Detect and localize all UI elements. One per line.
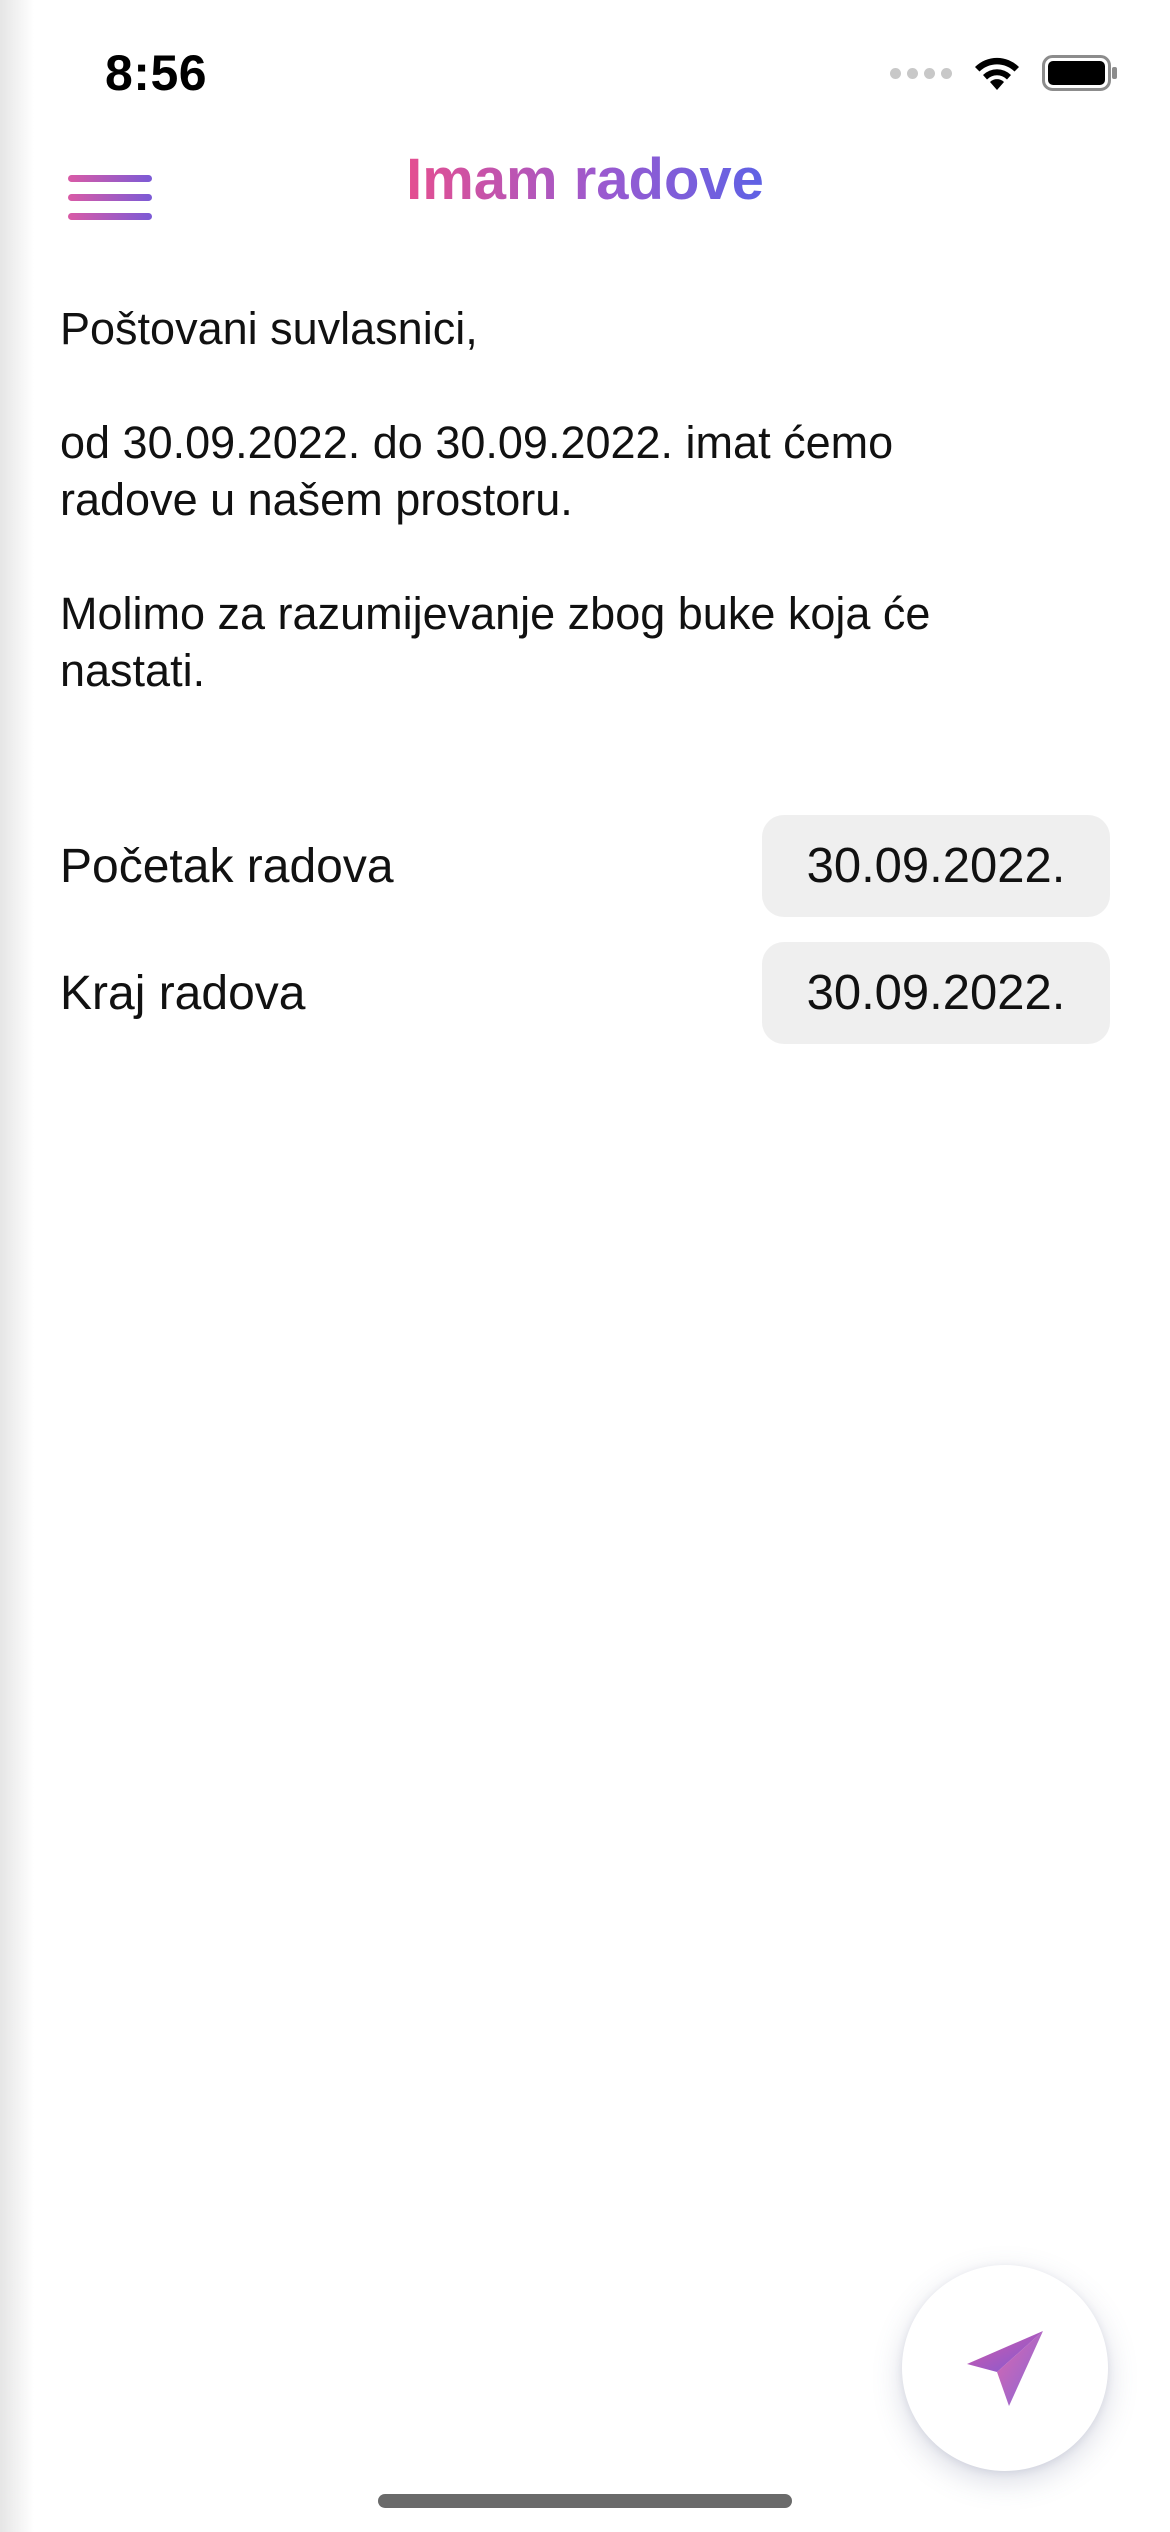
page-title: Imam radove: [395, 146, 775, 213]
start-date-picker[interactable]: 30.09.2022.: [762, 815, 1110, 917]
paper-plane-send-icon: [967, 2331, 1043, 2406]
message-apology-line: Molimo za razumijevanje zbog buke koja ć…: [60, 588, 931, 696]
home-indicator: [378, 2494, 792, 2508]
app-screen: 8:56 Imam radove Poštovani suvlasnici, o…: [0, 0, 1170, 2532]
edge-shadow: [0, 0, 34, 2532]
message-dates-line: od 30.09.2022. do 30.09.2022. imat ćemo …: [60, 417, 894, 525]
battery-icon: [1042, 55, 1118, 91]
menu-bar-line: [68, 193, 152, 201]
cellular-signal-icon: [890, 67, 952, 79]
end-date-row: Kraj radova 30.09.2022.: [60, 942, 1110, 1044]
end-date-label: Kraj radova: [60, 966, 306, 1020]
menu-bar-line: [68, 174, 152, 182]
hamburger-menu-icon[interactable]: [68, 162, 152, 232]
start-date-label: Početak radova: [60, 839, 394, 893]
message-body: Poštovani suvlasnici, od 30.09.2022. do …: [60, 300, 1020, 699]
header: Imam radove: [0, 140, 1170, 270]
end-date-picker[interactable]: 30.09.2022.: [762, 942, 1110, 1044]
wifi-icon: [972, 54, 1022, 92]
status-time: 8:56: [105, 45, 208, 101]
message-greeting: Poštovani suvlasnici,: [60, 303, 478, 354]
send-button[interactable]: [902, 2265, 1108, 2471]
status-bar: 8:56: [0, 0, 1170, 140]
menu-bar-line: [68, 212, 152, 220]
start-date-row: Početak radova 30.09.2022.: [60, 815, 1110, 917]
status-indicators: [890, 54, 1118, 92]
